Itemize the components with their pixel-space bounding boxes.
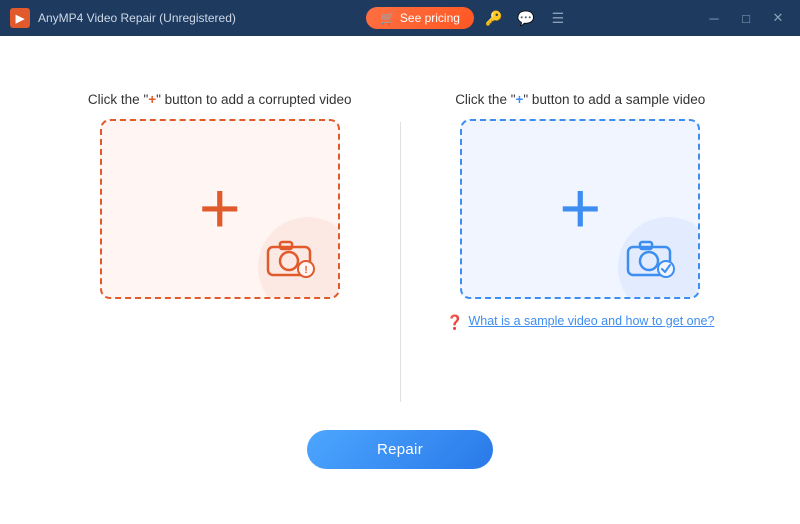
corrupted-panel-label: Click the "+" button to add a corrupted …: [88, 92, 352, 107]
chat-icon-button[interactable]: 💬: [514, 6, 538, 30]
cart-icon: 🛒: [380, 11, 395, 25]
sample-add-plus-icon: +: [559, 173, 601, 245]
corrupted-video-panel: Click the "+" button to add a corrupted …: [60, 92, 380, 299]
menu-icon-button[interactable]: ☰: [546, 6, 570, 30]
sample-video-helper-link[interactable]: ❓ What is a sample video and how to get …: [446, 313, 714, 331]
panels-container: Click the "+" button to add a corrupted …: [60, 92, 740, 402]
help-circle-icon: ❓: [446, 314, 463, 331]
corrupted-label-pre: Click the ": [88, 92, 148, 107]
corrupted-label-post: " button to add a corrupted video: [156, 92, 351, 107]
sample-video-dropzone[interactable]: +: [460, 119, 700, 299]
sample-camera-badge: [626, 237, 678, 279]
sample-video-helper-text[interactable]: What is a sample video and how to get on…: [468, 313, 714, 331]
corrupted-video-dropzone[interactable]: + !: [100, 119, 340, 299]
corrupted-add-plus-icon: +: [199, 173, 241, 245]
minimize-button[interactable]: ─: [700, 6, 728, 30]
see-pricing-button[interactable]: 🛒 See pricing: [366, 7, 474, 29]
svg-text:!: !: [304, 265, 307, 276]
title-bar-left: ▶ AnyMP4 Video Repair (Unregistered): [10, 8, 236, 28]
repair-button[interactable]: Repair: [307, 430, 493, 469]
window-controls: ─ □ ✕: [700, 6, 792, 30]
sample-panel-label: Click the "+" button to add a sample vid…: [455, 92, 705, 107]
sample-dropzone-inner: +: [462, 121, 698, 297]
sample-label-pre: Click the ": [455, 92, 515, 107]
title-bar: ▶ AnyMP4 Video Repair (Unregistered) 🛒 S…: [0, 0, 800, 36]
title-bar-center: 🛒 See pricing 🔑 💬 ☰: [366, 6, 570, 30]
see-pricing-label: See pricing: [400, 11, 460, 25]
corrupted-dropzone-inner: + !: [102, 121, 338, 297]
panel-divider: [400, 122, 401, 402]
close-button[interactable]: ✕: [764, 6, 792, 30]
maximize-button[interactable]: □: [732, 6, 760, 30]
key-icon-button[interactable]: 🔑: [482, 6, 506, 30]
sample-video-panel: Click the " + " button to add a sample vid…: [421, 92, 741, 331]
main-content: Click the "+" button to add a corrupted …: [0, 36, 800, 524]
corrupted-plus-sign: +: [148, 92, 156, 107]
sample-label-post: " button to add a sample video: [523, 92, 705, 107]
corrupted-camera-badge: !: [266, 237, 318, 279]
app-title: AnyMP4 Video Repair (Unregistered): [38, 11, 236, 25]
app-icon: ▶: [10, 8, 30, 28]
